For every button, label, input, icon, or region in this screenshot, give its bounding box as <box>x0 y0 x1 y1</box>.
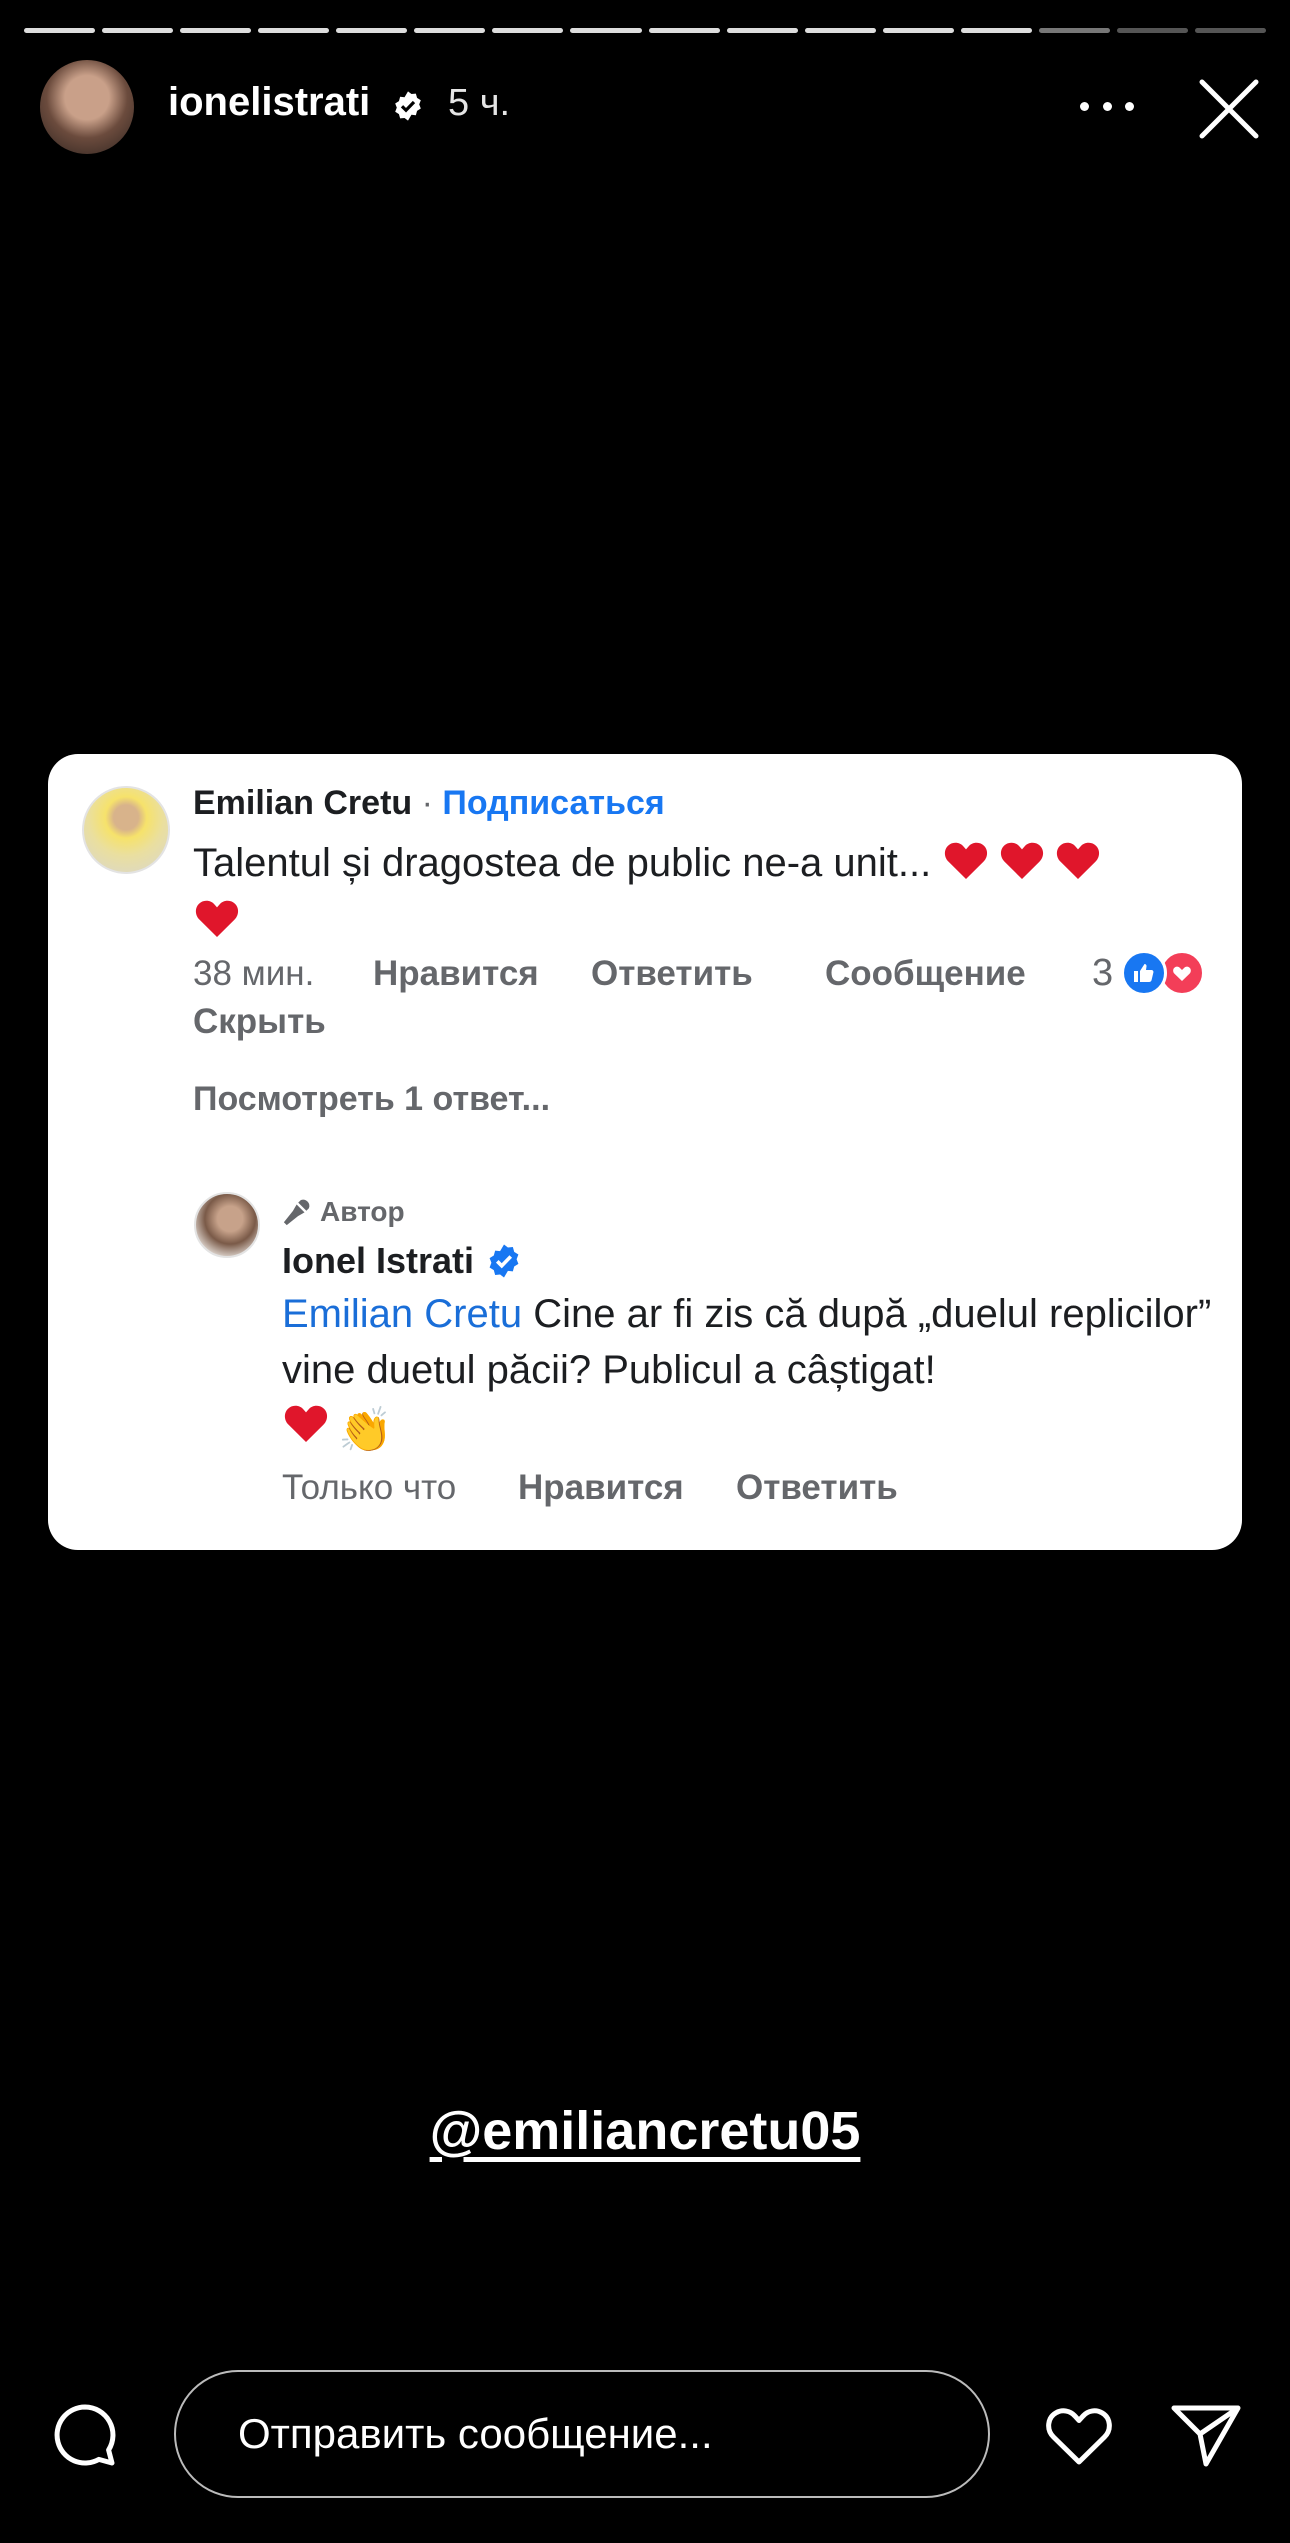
microphone-icon <box>283 1199 310 1226</box>
heart-emoji-icon <box>195 900 239 937</box>
close-icon[interactable] <box>1196 76 1262 142</box>
progress-segment <box>570 28 642 33</box>
reply-meta: Только что Нравится Ответить <box>282 1468 898 1508</box>
commenter-name: Emilian Cretu <box>193 784 413 822</box>
author-badge: Автор <box>282 1196 405 1228</box>
progress-segment <box>726 28 798 33</box>
comment-bubble-icon[interactable] <box>52 2402 118 2468</box>
follow-link: Подписаться <box>442 784 665 822</box>
progress-segment <box>24 28 96 33</box>
comment-text-block: Talentul și dragostea de public ne-a uni… <box>193 834 1193 950</box>
post-time: 5 ч. <box>448 82 511 124</box>
progress-segment <box>180 28 252 33</box>
reply-mention: Emilian Cretu <box>282 1292 523 1336</box>
reply-author-avatar <box>194 1192 260 1258</box>
progress-segment <box>336 28 408 33</box>
comment-like-action: Нравится <box>373 954 539 993</box>
reply-reply-action: Ответить <box>736 1468 898 1507</box>
reaction-summary: 3 <box>1092 950 1206 996</box>
verified-badge-icon <box>489 1244 519 1278</box>
progress-segment <box>258 28 330 33</box>
progress-segment <box>1038 28 1110 33</box>
progress-segment <box>414 28 486 33</box>
progress-segment <box>648 28 720 33</box>
heart-emoji-icon <box>1057 842 1100 879</box>
comment-message-action: Сообщение <box>825 954 1026 993</box>
reply-author-name: Ionel Istrati <box>282 1240 475 1281</box>
comment-time: 38 мин. <box>193 954 315 993</box>
comment-reply-action: Ответить <box>591 954 753 993</box>
profile-avatar[interactable] <box>40 60 134 154</box>
author-badge-label: Автор <box>320 1196 405 1227</box>
message-placeholder: Отправить сообщение... <box>238 2410 713 2457</box>
progress-segment <box>1194 28 1266 33</box>
commenter-name-line: Emilian Cretu · Подписаться <box>193 784 665 823</box>
reply-time: Только что <box>282 1468 457 1507</box>
heart-emoji-icon <box>284 1405 328 1442</box>
mention-sticker[interactable]: @emiliancretu05 <box>0 2100 1290 2162</box>
more-options-icon[interactable] <box>1080 86 1134 126</box>
verified-badge-icon <box>395 91 421 121</box>
progress-segment <box>804 28 876 33</box>
commenter-avatar <box>82 786 170 874</box>
heart-emoji-icon <box>1001 842 1044 879</box>
comment-meta: 38 мин. Нравится Ответить Сообщение <box>193 954 1026 994</box>
reply-like-action: Нравится <box>518 1468 684 1507</box>
story-progress-bar <box>24 28 1266 33</box>
view-replies-link: Посмотреть 1 ответ... <box>193 1080 551 1118</box>
progress-segment <box>1116 28 1188 33</box>
comment-screenshot-card: Emilian Cretu · Подписаться Talentul și … <box>48 754 1242 1550</box>
progress-segment <box>492 28 564 33</box>
progress-segment <box>102 28 174 33</box>
progress-segment <box>882 28 954 33</box>
progress-segment <box>960 28 1032 33</box>
clapping-hands-icon: 👏 <box>338 1406 393 1455</box>
message-input[interactable]: Отправить сообщение... <box>174 2370 990 2498</box>
reply-text-block: Emilian Cretu Cine ar fi zis că după „du… <box>282 1286 1222 1459</box>
comment-hide-action: Скрыть <box>193 1002 326 1041</box>
like-heart-icon[interactable] <box>1044 2404 1114 2468</box>
reaction-count: 3 <box>1092 951 1114 994</box>
heart-emoji-icon <box>945 842 988 879</box>
name-separator: · <box>421 784 433 822</box>
comment-text: Talentul și dragostea de public ne-a uni… <box>193 841 932 885</box>
reply-author-line: Ionel Istrati <box>282 1240 522 1282</box>
like-reaction-icon <box>1121 950 1168 996</box>
username[interactable]: ionelistrati <box>168 80 370 125</box>
send-icon[interactable] <box>1170 2400 1242 2468</box>
